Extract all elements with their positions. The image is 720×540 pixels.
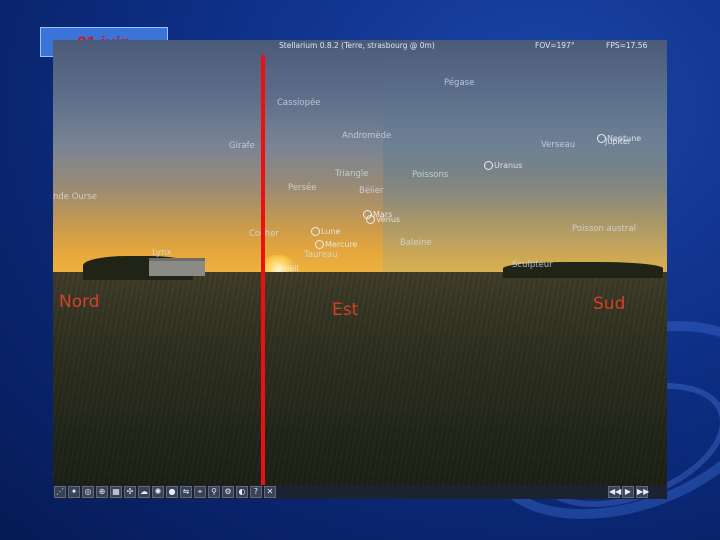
constellation-label: Bélier xyxy=(359,186,384,196)
stellarium-viewport[interactable]: Stellarium 0.8.2 (Terre, strasbourg @ 0m… xyxy=(53,40,667,499)
config-icon[interactable]: ⚙ xyxy=(222,486,234,498)
cardinal-points-icon[interactable]: ✣ xyxy=(124,486,136,498)
constellation-label: Pégase xyxy=(444,78,475,88)
planet-label[interactable]: Vénus xyxy=(366,215,400,224)
house xyxy=(149,258,205,276)
nebula-icon[interactable]: ✺ xyxy=(152,486,164,498)
planet-label[interactable]: Jupiter xyxy=(605,137,631,146)
help-icon[interactable]: ? xyxy=(250,486,262,498)
constellation-lines-icon[interactable]: ⋰ xyxy=(54,486,66,498)
constellation-label: Poissons xyxy=(412,170,449,180)
planet-marker-icon xyxy=(315,240,324,249)
cardinal-north: Nord xyxy=(59,292,100,312)
constellation-label: Girafe xyxy=(229,141,255,151)
constellation-label: Poisson austral xyxy=(572,224,636,234)
constellation-label: Sculpteur xyxy=(512,260,553,270)
planet-marker-icon xyxy=(311,227,320,236)
constellation-label: Andromède xyxy=(342,131,392,141)
fps-readout: FPS=17.56 xyxy=(606,41,648,50)
constellation-label: Triangle xyxy=(335,169,369,179)
planet-marker-icon xyxy=(484,161,493,170)
planet-label[interactable]: Uranus xyxy=(484,161,522,170)
center-icon[interactable]: ⌖ xyxy=(194,486,206,498)
stellarium-toolbar: ⋰ ✦ ◎ ⊕ ▦ ✣ ☁ ✺ ● ⇋ ⌖ ⚲ ⚙ ◐ ? ✕ ◀◀ ▶ ▶▶ xyxy=(53,485,667,499)
time-play-icon[interactable]: ▶ xyxy=(622,486,634,498)
planet-labels-icon[interactable]: ● xyxy=(166,486,178,498)
ground-texture xyxy=(53,272,667,499)
app-title: Stellarium 0.8.2 (Terre, strasbourg @ 0m… xyxy=(279,41,435,50)
grid-azimuthal-icon[interactable]: ◎ xyxy=(82,486,94,498)
ground-icon[interactable]: ▦ xyxy=(110,486,122,498)
fov-readout: FOV=197° xyxy=(535,41,575,50)
stellarium-top-bar: Stellarium 0.8.2 (Terre, strasbourg @ 0m… xyxy=(53,40,667,52)
constellation-label: Verseau xyxy=(541,140,576,150)
planet-label[interactable]: Mercure xyxy=(315,240,357,249)
sunrise-direction-marker xyxy=(261,55,265,487)
planet-marker-icon xyxy=(366,215,375,224)
night-mode-icon[interactable]: ◐ xyxy=(236,486,248,498)
search-icon[interactable]: ⚲ xyxy=(208,486,220,498)
planet-label[interactable]: Soleil xyxy=(277,264,299,273)
constellation-label: nde Ourse xyxy=(53,192,97,202)
constellation-art-icon[interactable]: ✦ xyxy=(68,486,80,498)
constellation-label: Lynx xyxy=(152,248,172,258)
cardinal-east: Est xyxy=(332,300,359,320)
grid-equatorial-icon[interactable]: ⊕ xyxy=(96,486,108,498)
time-rewind-icon[interactable]: ◀◀ xyxy=(608,486,621,498)
constellation-label: Cassiopée xyxy=(277,98,321,108)
constellation-label: Taureau xyxy=(304,250,338,260)
constellation-label: Persée xyxy=(288,183,317,193)
mount-mode-icon[interactable]: ⇋ xyxy=(180,486,192,498)
cardinal-south: Sud xyxy=(593,294,626,314)
time-forward-icon[interactable]: ▶▶ xyxy=(636,486,649,498)
constellation-label: Baleine xyxy=(400,238,432,248)
quit-icon[interactable]: ✕ xyxy=(264,486,276,498)
atmosphere-icon[interactable]: ☁ xyxy=(138,486,150,498)
planet-label[interactable]: Lune xyxy=(311,227,340,236)
